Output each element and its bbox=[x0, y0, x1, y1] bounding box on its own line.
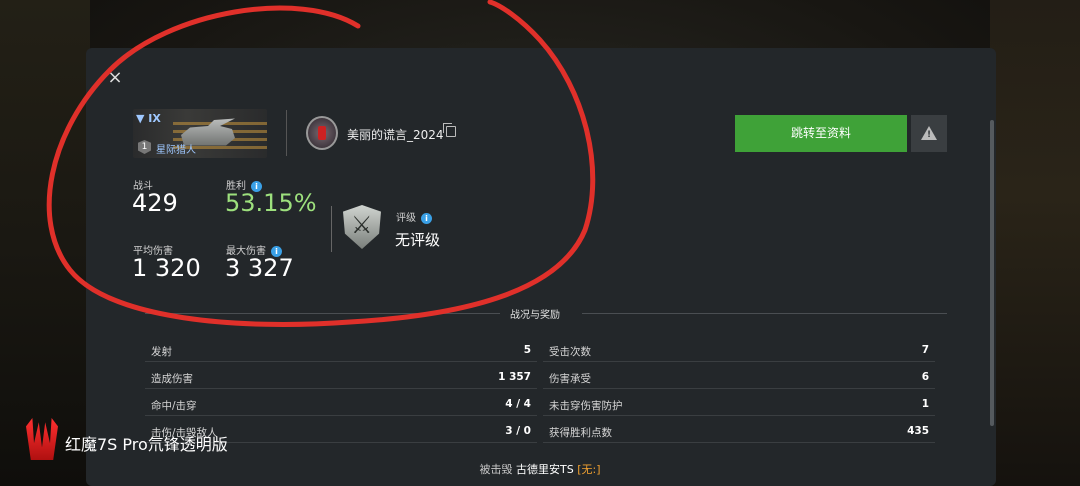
report-button[interactable]: ! bbox=[911, 115, 947, 152]
row-value: 1 357 bbox=[498, 371, 531, 383]
rating-label-wrap: 评级 i bbox=[396, 209, 432, 224]
row-value: 4 / 4 bbox=[505, 398, 531, 410]
row-value: 3 / 0 bbox=[505, 425, 531, 437]
destroyed-by: 被击毁 古德里安TS [无:] bbox=[0, 461, 1080, 477]
section-divider-right bbox=[582, 313, 947, 314]
max-damage-value: 3 327 bbox=[225, 254, 294, 282]
row-label: 伤害承受 bbox=[549, 373, 591, 385]
stat-row: 未击穿伤害防护 1 bbox=[543, 390, 935, 416]
row-value: 6 bbox=[921, 371, 929, 383]
rating-label: 评级 bbox=[396, 213, 416, 224]
stat-row: 命中/击穿 4 / 4 bbox=[145, 390, 537, 416]
copy-icon[interactable] bbox=[443, 123, 456, 137]
background-left bbox=[0, 0, 90, 486]
stat-row: 获得胜利点数 435 bbox=[543, 417, 935, 443]
wins-value: 53.15% bbox=[225, 189, 317, 217]
destroyed-by-clan-tag: [无:] bbox=[577, 463, 601, 476]
battles-value: 429 bbox=[132, 189, 178, 217]
row-label: 未击穿伤害防护 bbox=[549, 400, 623, 412]
stat-row: 造成伤害 1 357 bbox=[145, 363, 537, 389]
warning-mark: ! bbox=[927, 130, 932, 140]
tank-level-badge: 1 bbox=[138, 140, 151, 154]
section-divider-left bbox=[145, 313, 500, 314]
tank-card: ▼ IX 1 星际猎人 bbox=[133, 109, 267, 158]
row-value: 5 bbox=[523, 344, 531, 356]
rating-divider bbox=[331, 206, 332, 252]
section-title: 战况与奖励 bbox=[510, 310, 560, 321]
tank-tier: ▼ IX bbox=[136, 112, 161, 125]
row-label: 命中/击穿 bbox=[151, 400, 197, 412]
stat-row: 发射 5 bbox=[145, 336, 537, 362]
avg-damage-value: 1 320 bbox=[132, 254, 201, 282]
rating-value: 无评级 bbox=[395, 231, 441, 249]
row-value: 1 bbox=[921, 398, 929, 410]
row-label: 造成伤害 bbox=[151, 373, 193, 385]
clan-emblem-icon bbox=[306, 116, 338, 150]
row-value: 435 bbox=[907, 425, 929, 437]
rating-info-icon[interactable]: i bbox=[421, 212, 432, 224]
player-name: 美丽的谎言_2024 bbox=[347, 128, 444, 142]
go-to-profile-button[interactable]: 跳转至资料 bbox=[735, 115, 907, 152]
tank-name: 星际猎人 bbox=[156, 145, 196, 156]
scrollbar[interactable] bbox=[990, 120, 994, 426]
warning-icon: ! bbox=[921, 126, 937, 140]
background-right bbox=[990, 0, 1080, 486]
header-divider bbox=[286, 110, 287, 156]
stat-row: 受击次数 7 bbox=[543, 336, 935, 362]
row-value: 7 bbox=[921, 344, 929, 356]
row-label: 获得胜利点数 bbox=[549, 427, 612, 439]
row-label: 受击次数 bbox=[549, 346, 591, 358]
close-button[interactable]: × bbox=[105, 68, 125, 88]
row-label: 发射 bbox=[151, 346, 172, 358]
device-watermark: 红魔7S Pro氘锋透明版 bbox=[65, 435, 228, 454]
stat-row: 伤害承受 6 bbox=[543, 363, 935, 389]
destroyed-by-player[interactable]: 古德里安TS bbox=[516, 463, 574, 476]
destroyed-by-prefix: 被击毁 bbox=[479, 463, 513, 476]
